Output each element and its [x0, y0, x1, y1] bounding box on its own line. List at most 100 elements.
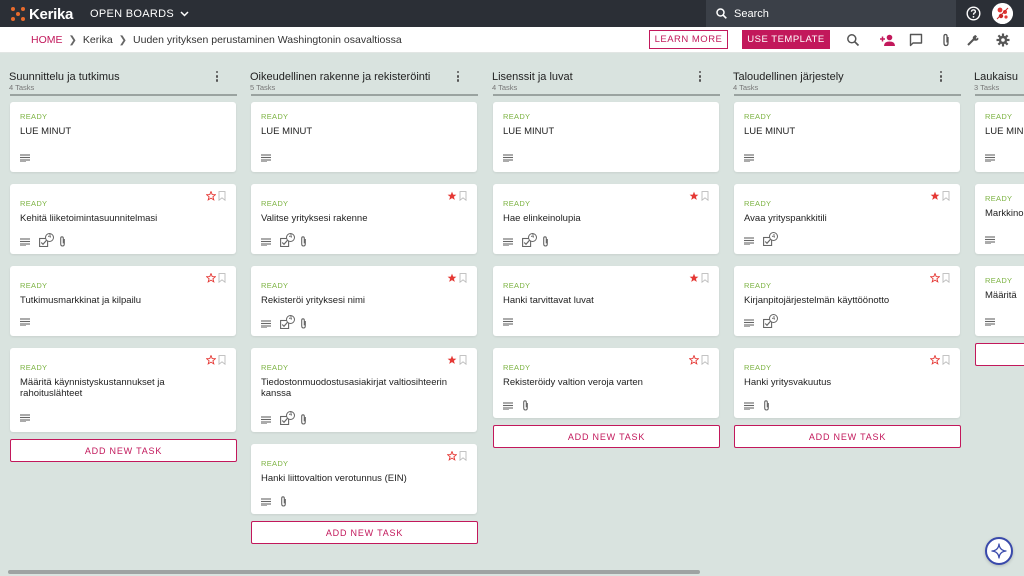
column-menu-icon[interactable]: [939, 71, 943, 83]
column-menu-icon[interactable]: [215, 71, 219, 83]
bookmark-icon[interactable]: [459, 270, 467, 288]
star-filled-icon[interactable]: [689, 270, 699, 288]
column-divider: [493, 94, 720, 96]
card-flags: [445, 270, 467, 288]
search-box[interactable]: [706, 0, 956, 27]
bookmark-icon[interactable]: [701, 352, 709, 370]
column-header[interactable]: Lisenssit ja luvat 4 Tasks: [483, 53, 711, 95]
add-new-task-button[interactable]: ADD NEW TASK: [10, 439, 237, 462]
task-card[interactable]: READY LUE MINUT: [10, 102, 236, 172]
task-card[interactable]: READY Määritä käynnistyskustannukset ja …: [10, 348, 236, 432]
star-filled-icon[interactable]: [447, 352, 457, 370]
card-title: Hanki liittovaltion verotunnus (EIN): [261, 473, 407, 484]
board-search-icon[interactable]: [846, 33, 860, 47]
attachment-icon: [300, 414, 307, 425]
add-new-task-button[interactable]: ADD NEW TASK: [251, 521, 478, 544]
description-icon: [503, 237, 513, 246]
task-card[interactable]: READY LUE MINUT: [975, 102, 1024, 172]
star-filled-icon[interactable]: [447, 188, 457, 206]
task-card[interactable]: READY LUE MINUT: [251, 102, 477, 172]
bookmark-icon[interactable]: [218, 188, 226, 206]
card-status: READY: [261, 363, 289, 372]
task-card[interactable]: READY Määritä: [975, 266, 1024, 336]
help-icon[interactable]: [966, 6, 981, 21]
bookmark-icon[interactable]: [942, 352, 950, 370]
use-template-button[interactable]: USE TEMPLATE: [742, 30, 830, 49]
card-indicators: 4: [20, 232, 75, 247]
description-icon: [261, 415, 271, 424]
bookmark-icon[interactable]: [701, 188, 709, 206]
star-filled-icon[interactable]: [447, 270, 457, 288]
star-outline-icon[interactable]: [929, 270, 941, 288]
star-outline-icon[interactable]: [205, 270, 217, 288]
column-title: Oikeudellinen rakenne ja rekisteröinti: [250, 71, 431, 83]
bookmark-icon[interactable]: [459, 448, 467, 466]
settings-gear-icon[interactable]: [996, 33, 1010, 47]
description-icon: [985, 236, 995, 244]
star-filled-icon[interactable]: [930, 188, 940, 206]
task-card[interactable]: READY Tiedostonmuodostusasiakirjat valti…: [251, 348, 477, 432]
bookmark-icon[interactable]: [218, 270, 226, 288]
star-outline-icon[interactable]: [929, 352, 941, 370]
column-header[interactable]: Suunnittelu ja tutkimus 4 Tasks: [0, 53, 228, 95]
task-card[interactable]: READY Rekisteröi yrityksesi nimi 4: [251, 266, 477, 336]
card-indicators: 4: [261, 410, 316, 425]
task-card[interactable]: READY LUE MINUT: [734, 102, 960, 172]
add-new-task-button[interactable]: ADD NEW TASK: [493, 425, 720, 448]
card-title: Hanki tarvittavat luvat: [503, 295, 594, 306]
card-title: LUE MINUT: [985, 126, 1024, 137]
task-card[interactable]: READY Kirjanpitojärjestelmän käyttöönott…: [734, 266, 960, 336]
wrench-icon[interactable]: [966, 33, 980, 47]
kerika-logo[interactable]: Kerika: [11, 5, 73, 23]
add-new-task-button[interactable]: ADD NEW TASK: [975, 343, 1024, 366]
breadcrumb-home[interactable]: HOME: [31, 34, 63, 46]
horizontal-scrollbar-thumb[interactable]: [8, 570, 700, 574]
star-outline-icon[interactable]: [205, 352, 217, 370]
task-card[interactable]: READY Avaa yrityspankkitili 4: [734, 184, 960, 254]
task-card[interactable]: READY Hanki tarvittavat luvat: [493, 266, 719, 336]
column-menu-icon[interactable]: [456, 71, 460, 83]
task-card[interactable]: READY Hanki yritysvakuutus: [734, 348, 960, 418]
chat-icon[interactable]: [909, 33, 923, 47]
star-outline-icon[interactable]: [205, 188, 217, 206]
task-card[interactable]: READY Tutkimusmarkkinat ja kilpailu: [10, 266, 236, 336]
column-header[interactable]: Oikeudellinen rakenne ja rekisteröinti 5…: [241, 53, 469, 95]
bookmark-icon[interactable]: [459, 352, 467, 370]
task-card[interactable]: READY Kehitä liiketoimintasuunnitelmasi …: [10, 184, 236, 254]
ai-assistant-button[interactable]: [985, 537, 1013, 565]
star-filled-icon[interactable]: [689, 188, 699, 206]
column-title: Taloudellinen järjestely: [733, 71, 844, 83]
task-card[interactable]: READY Valitse yrityksesi rakenne 4: [251, 184, 477, 254]
learn-more-button[interactable]: LEARN MORE: [649, 30, 728, 49]
description-icon: [261, 237, 271, 246]
column-divider: [251, 94, 478, 96]
task-card[interactable]: READY Hanki liittovaltion verotunnus (EI…: [251, 444, 477, 514]
task-card[interactable]: READY LUE MINUT: [493, 102, 719, 172]
bookmark-icon[interactable]: [218, 352, 226, 370]
star-outline-icon[interactable]: [446, 448, 458, 466]
bookmark-icon[interactable]: [942, 188, 950, 206]
column-header[interactable]: Laukaisu 3 Tasks: [965, 53, 1024, 95]
attachment-icon[interactable]: [939, 33, 953, 47]
card-title: LUE MINUT: [744, 126, 796, 137]
attachment-icon: [280, 496, 287, 507]
column-header[interactable]: Taloudellinen järjestely 4 Tasks: [724, 53, 952, 95]
card-title: LUE MINUT: [20, 126, 72, 137]
bookmark-icon[interactable]: [942, 270, 950, 288]
bookmark-icon[interactable]: [701, 270, 709, 288]
column-menu-icon[interactable]: [698, 71, 702, 83]
card-title: Tiedostonmuodostusasiakirjat valtiosihte…: [261, 377, 448, 399]
card-indicators: [985, 318, 1004, 326]
add-new-task-button[interactable]: ADD NEW TASK: [734, 425, 961, 448]
star-outline-icon[interactable]: [688, 352, 700, 370]
add-person-icon[interactable]: [879, 33, 896, 47]
breadcrumb-account[interactable]: Kerika: [83, 34, 113, 46]
task-card[interactable]: READY Rekisteröidy valtion veroja varten: [493, 348, 719, 418]
task-card[interactable]: READY Hae elinkeinolupia 4: [493, 184, 719, 254]
bookmark-icon[interactable]: [459, 188, 467, 206]
task-card[interactable]: READY Markkinointi: [975, 184, 1024, 254]
checklist-icon: 4: [763, 232, 778, 246]
open-boards-menu[interactable]: OPEN BOARDS: [90, 0, 189, 27]
user-avatar[interactable]: [992, 3, 1013, 24]
search-input[interactable]: [734, 7, 934, 20]
